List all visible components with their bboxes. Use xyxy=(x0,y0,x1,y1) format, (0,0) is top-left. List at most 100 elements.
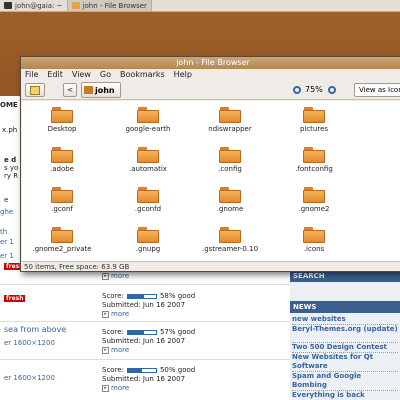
task-file-browser[interactable]: john - File Browser xyxy=(67,0,152,11)
file-item[interactable]: .gnome2_private xyxy=(22,227,102,253)
folder-icon xyxy=(51,147,73,163)
folder-icon xyxy=(219,227,241,243)
zoom-in-icon[interactable] xyxy=(327,85,336,94)
file-browser-window: john - File Browser File Edit View Go Bo… xyxy=(20,56,400,272)
menu-edit[interactable]: Edit xyxy=(47,70,63,79)
zoom-control[interactable]: 75% xyxy=(293,85,340,94)
zoom-out-icon[interactable] xyxy=(293,85,301,94)
file-label: .gnupg xyxy=(135,245,161,253)
expand-icon: ▸ xyxy=(102,384,109,392)
folder-icon xyxy=(137,187,159,203)
folder-icon xyxy=(51,227,73,243)
folder-icon xyxy=(303,187,325,203)
file-item[interactable]: .automatix xyxy=(108,147,188,173)
file-item[interactable]: .icons xyxy=(274,227,354,253)
file-label: .gconfd xyxy=(134,205,162,213)
file-item[interactable]: pictures xyxy=(274,107,354,133)
wallpaper-title[interactable]: sea from above xyxy=(4,325,66,334)
news-item[interactable]: Two 500 Design Contest xyxy=(292,343,398,352)
expand-icon: ▸ xyxy=(102,272,109,280)
page-fragment[interactable]: ghe xyxy=(0,208,13,216)
menu-bar: File Edit View Go Bookmarks Help xyxy=(21,69,400,80)
submitted-date: Submitted: Jun 16 2007 xyxy=(102,301,186,309)
file-item[interactable]: .gconfd xyxy=(108,187,188,213)
file-item[interactable]: Desktop xyxy=(22,107,102,133)
file-item[interactable]: .gstreamer-0.10 xyxy=(190,227,270,253)
more-label: more xyxy=(111,272,130,280)
page-fragment: e xyxy=(4,196,9,204)
file-item[interactable]: google-earth xyxy=(108,107,188,133)
news-item[interactable]: new websites xyxy=(292,315,398,324)
page-fragment[interactable]: th xyxy=(0,228,7,236)
page-fragment: e d xyxy=(4,156,17,164)
file-label: pictures xyxy=(299,125,329,133)
file-label: .config xyxy=(218,165,242,173)
folder-icon xyxy=(219,107,241,123)
menu-go[interactable]: Go xyxy=(100,70,111,79)
file-item[interactable]: .config xyxy=(190,147,270,173)
file-label: .gstreamer-0.10 xyxy=(201,245,259,253)
window-title[interactable]: john - File Browser xyxy=(21,57,400,69)
file-label: .gnome2_private xyxy=(32,245,92,253)
news-item[interactable]: Everything is back xyxy=(292,391,398,400)
wallpaper-resolution[interactable]: er 1600×1200 xyxy=(4,339,55,347)
menu-help[interactable]: Help xyxy=(174,70,192,79)
folder-icon xyxy=(303,107,325,123)
terminal-icon xyxy=(4,2,12,9)
file-item[interactable]: .gconf xyxy=(22,187,102,213)
folder-icon xyxy=(137,107,159,123)
more-link[interactable]: ▸ more xyxy=(102,310,129,318)
file-label: .fontconfig xyxy=(295,165,333,173)
file-item[interactable]: .adobe xyxy=(22,147,102,173)
page-fragment: x.ph xyxy=(2,126,18,134)
divider xyxy=(0,321,290,322)
score-bar-fill xyxy=(127,330,144,334)
file-item[interactable]: .gnome xyxy=(190,187,270,213)
news-header: NEWS xyxy=(290,301,400,313)
score-text: 58% good xyxy=(159,292,196,300)
page-fragment[interactable]: er 1 xyxy=(0,238,14,246)
expand-icon: ▸ xyxy=(102,310,109,318)
file-item[interactable]: .gnupg xyxy=(108,227,188,253)
more-link[interactable]: ▸ more xyxy=(102,384,129,392)
score: Score: 58% good xyxy=(102,292,195,300)
file-item[interactable]: ndiswrapper xyxy=(190,107,270,133)
submitted-date: Submitted: Jun 16 2007 xyxy=(102,337,186,345)
file-label: .gnome2 xyxy=(298,205,330,213)
news-item[interactable]: Beryl-Themes.org (update) xyxy=(292,325,398,334)
file-label: .gconf xyxy=(51,205,73,213)
file-item[interactable]: .gnome2 xyxy=(274,187,354,213)
folder-icon xyxy=(219,187,241,203)
score-label: Score: xyxy=(102,328,124,336)
score-bar xyxy=(126,293,157,299)
task-terminal[interactable]: john@gaia: ~ xyxy=(0,0,68,11)
file-label: .adobe xyxy=(50,165,74,173)
location-button-home[interactable]: john xyxy=(81,82,121,98)
more-link[interactable]: ▸ more xyxy=(102,346,129,354)
home-icon xyxy=(84,86,93,94)
divider xyxy=(0,359,290,360)
more-link[interactable]: ▸ more xyxy=(102,272,129,280)
score-bar xyxy=(126,329,157,335)
file-label: .icons xyxy=(303,245,325,253)
divider xyxy=(0,284,290,285)
wallpaper-resolution[interactable]: er 1600×1200 xyxy=(4,374,55,382)
folder-icon xyxy=(51,187,73,203)
menu-view[interactable]: View xyxy=(72,70,91,79)
edit-location-button[interactable] xyxy=(25,83,45,97)
menu-file[interactable]: File xyxy=(25,70,38,79)
submitted-date: Submitted: Jun 16 2007 xyxy=(102,375,186,383)
folder-icon xyxy=(137,147,159,163)
path-back-button[interactable]: < xyxy=(63,83,77,97)
page-fragment: ry R xyxy=(4,172,19,180)
page-fragment[interactable]: er 1 xyxy=(0,252,14,260)
file-grid: Desktop google-earth ndiswrapper pictures .a… xyxy=(22,101,400,261)
news-item[interactable]: Spam and Google Bombing xyxy=(292,372,398,390)
more-label: more xyxy=(111,346,130,354)
news-item[interactable]: New Websites for Qt Software xyxy=(292,353,398,371)
folder-icon xyxy=(303,147,325,163)
file-item[interactable]: .fontconfig xyxy=(274,147,354,173)
menu-bookmarks[interactable]: Bookmarks xyxy=(120,70,165,79)
folder-icon xyxy=(303,227,325,243)
view-as-select[interactable]: View as Icons xyxy=(354,83,400,97)
